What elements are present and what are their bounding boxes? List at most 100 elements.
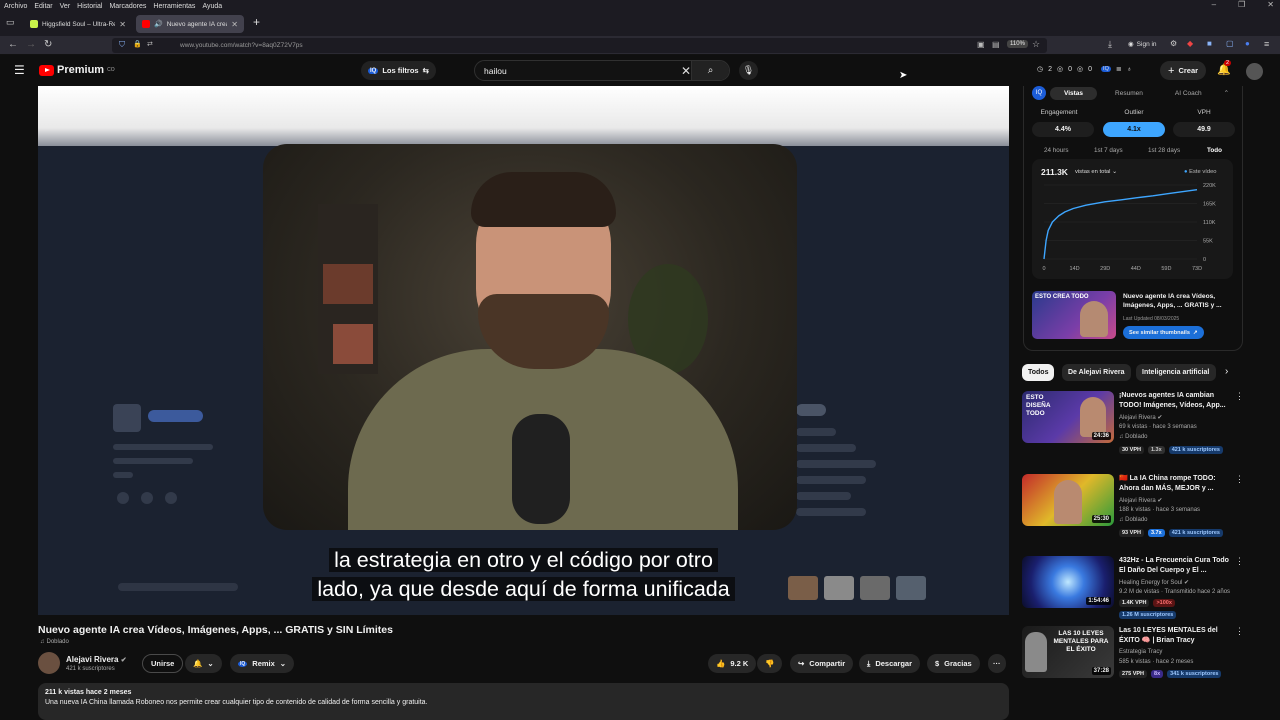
recommended-video[interactable]: LAS 10 LEYES MENTALES PARA EL ÉXITO 37:2…	[1022, 626, 1244, 701]
menu-marcadores[interactable]: Marcadores	[109, 3, 146, 10]
range-todo[interactable]: Todo	[1207, 147, 1222, 154]
video-thumbnail[interactable]: 1:54:46	[1022, 556, 1114, 608]
list-icon[interactable]: ≣	[1116, 65, 1122, 73]
extensions-icon[interactable]: ⚙	[1170, 39, 1177, 48]
range-first-7-days[interactable]: 1st 7 days	[1094, 147, 1123, 154]
sign-in-button[interactable]: ◉ Sign in	[1128, 40, 1157, 49]
menu-editar[interactable]: Editar	[34, 3, 52, 10]
chips-next-icon[interactable]: ›	[1225, 366, 1228, 377]
menu-herramientas[interactable]: Herramientas	[153, 3, 195, 10]
download-icon[interactable]: ⤓	[1108, 39, 1112, 50]
menu-ayuda[interactable]: Ayuda	[202, 3, 222, 10]
vidiq-icon[interactable]: IQ	[1101, 66, 1111, 72]
more-options-icon[interactable]: ⋮	[1235, 626, 1244, 637]
close-window-button[interactable]: ✕	[1267, 0, 1274, 9]
clear-search-icon[interactable]: ✕	[681, 64, 691, 78]
video-title[interactable]: ¡Nuevos agentes IA cambian TODO! Imágene…	[1119, 391, 1237, 411]
see-similar-thumbnails-button[interactable]: See similar thumbnails ↗	[1123, 326, 1204, 339]
new-tab-button[interactable]: +	[253, 15, 260, 29]
url-bar[interactable]: ⛉ 🔒 ⇄ www.youtube.com/watch?v=8aq0Z72V7p…	[112, 38, 1047, 53]
extension-square-icon[interactable]: ▢	[1226, 39, 1234, 48]
menu-ver[interactable]: Ver	[60, 3, 71, 10]
back-icon[interactable]: ←	[8, 39, 18, 50]
picture-in-picture-icon[interactable]: ▣	[977, 40, 985, 49]
lock-icon[interactable]: 🔒	[133, 40, 142, 48]
tab-list-icon[interactable]: ▭	[6, 17, 15, 28]
tab-vistas[interactable]: Vistas	[1050, 86, 1098, 100]
chip-inteligencia-artificial[interactable]: Inteligencia artificial	[1136, 364, 1216, 381]
menu-archivo[interactable]: Archivo	[4, 3, 27, 10]
video-channel[interactable]: Alejavi Rivera ✔	[1119, 414, 1162, 421]
channel-avatar[interactable]	[38, 652, 60, 674]
forward-icon[interactable]: →	[26, 39, 36, 50]
thanks-button[interactable]: $ Gracias	[927, 654, 980, 673]
total-views-dropdown[interactable]: vistas en total ⌄	[1075, 169, 1117, 175]
search-button[interactable]: ⌕	[691, 61, 729, 80]
video-channel[interactable]: Estrategia Tracy	[1119, 649, 1162, 655]
thumbnail-preview[interactable]: ESTO CREA TODO	[1032, 291, 1116, 339]
reader-view-icon[interactable]: ▤	[992, 40, 1000, 49]
create-button[interactable]: + Crear	[1160, 61, 1207, 80]
share-button[interactable]: ↪ Compartir	[790, 654, 854, 673]
hamburger-menu-icon[interactable]: ≡	[1264, 39, 1269, 49]
video-player[interactable]: la estrategia en otro y el código por ot…	[38, 86, 1009, 615]
dislike-button[interactable]: 👎	[757, 654, 783, 673]
extension-blue-icon[interactable]: ■	[1207, 39, 1212, 48]
extension-red-icon[interactable]: ◆	[1187, 39, 1193, 48]
subscribe-notifications-button[interactable]: 🔔 ⌄	[185, 654, 222, 673]
browser-tab-youtube[interactable]: 🔊 Nuevo agente IA crea Víde ✕	[136, 15, 244, 33]
badge-icon[interactable]: ♁	[1127, 66, 1132, 73]
notifications-button[interactable]: 🔔 2	[1217, 60, 1232, 76]
bookmark-star-icon[interactable]: ☆	[1032, 39, 1040, 50]
reload-icon[interactable]: ↻	[44, 39, 52, 50]
voice-search-button[interactable]: 🎙	[739, 61, 758, 80]
video-channel[interactable]: Healing Energy for Soul ✔	[1119, 579, 1189, 586]
more-options-icon[interactable]: ⋮	[1235, 556, 1244, 567]
metric-engagement-value: 4.4%	[1032, 122, 1094, 137]
permissions-icon[interactable]: ⇄	[147, 40, 153, 48]
tab-resumen[interactable]: Resumen	[1101, 87, 1157, 100]
chip-todos[interactable]: Todos	[1022, 364, 1055, 381]
remix-label: Remix	[252, 659, 275, 668]
video-title[interactable]: Las 10 LEYES MENTALES del ÉXITO 🧠 | Bria…	[1119, 626, 1237, 646]
video-channel[interactable]: Alejavi Rivera ✔	[1119, 497, 1162, 504]
filters-button[interactable]: IQ Los filtros ⇆	[361, 61, 436, 80]
close-tab-icon[interactable]: ✕	[231, 20, 238, 29]
minimize-button[interactable]: –	[1212, 0, 1216, 9]
recommended-video[interactable]: 1:54:46 432Hz - La Frecuencia Cura Todo …	[1022, 556, 1244, 631]
account-avatar[interactable]	[1246, 63, 1263, 80]
range-first-28-days[interactable]: 1st 28 days	[1148, 147, 1180, 154]
speaker-icon[interactable]: 🔊	[154, 20, 163, 28]
more-actions-button[interactable]: ···	[988, 654, 1006, 673]
remix-button[interactable]: IQ Remix ⌄	[230, 654, 295, 673]
join-button[interactable]: Unirse	[142, 654, 184, 673]
zoom-level[interactable]: 110%	[1007, 40, 1028, 48]
description-box[interactable]: 211 k vistas hace 2 meses Una nueva IA C…	[38, 683, 1009, 720]
collapse-icon[interactable]: ⌃	[1224, 89, 1229, 97]
video-title[interactable]: 🇨🇳 La IA China rompe TODO: Ahora dan MÁS…	[1119, 474, 1237, 494]
shield-icon[interactable]: ⛉	[119, 40, 125, 50]
recommended-video[interactable]: ESTO DISEÑA TODO 24:36 ¡Nuevos agentes I…	[1022, 391, 1244, 466]
video-thumbnail[interactable]: 25:30	[1022, 474, 1114, 526]
menu-historial[interactable]: Historial	[77, 3, 102, 10]
tab-ai-coach[interactable]: AI Coach	[1161, 87, 1216, 100]
chip-de-alejavi-rivera[interactable]: De Alejavi Rivera	[1062, 364, 1131, 381]
more-options-icon[interactable]: ⋮	[1235, 391, 1244, 402]
more-options-icon[interactable]: ⋮	[1235, 474, 1244, 485]
video-title[interactable]: 432Hz - La Frecuencia Cura Todo El Daño …	[1119, 556, 1237, 576]
extension-circle-icon[interactable]: ●	[1245, 39, 1250, 48]
video-thumbnail[interactable]: ESTO DISEÑA TODO 24:36	[1022, 391, 1114, 443]
channel-name[interactable]: Alejavi Rivera ✔	[66, 655, 127, 664]
search-input[interactable]: hailou	[484, 66, 507, 76]
maximize-button[interactable]: ❐	[1238, 0, 1245, 9]
recommended-video[interactable]: 25:30 🇨🇳 La IA China rompe TODO: Ahora d…	[1022, 474, 1244, 549]
close-tab-icon[interactable]: ✕	[119, 20, 126, 29]
range-24-hours[interactable]: 24 hours	[1044, 147, 1069, 154]
download-button[interactable]: ⤓ Descargar	[859, 654, 921, 673]
video-thumbnail[interactable]: LAS 10 LEYES MENTALES PARA EL ÉXITO 37:2…	[1022, 626, 1114, 678]
search-box[interactable]: hailou ✕ ⌕	[474, 60, 730, 81]
browser-tab-higgsfield[interactable]: Higgsfield Soul – Ultra-Realistic ✕	[24, 15, 132, 33]
guide-menu-icon[interactable]: ☰	[14, 63, 25, 77]
like-button[interactable]: 👍 9.2 K	[708, 654, 757, 673]
youtube-premium-logo[interactable]: Premium CO	[39, 64, 115, 76]
